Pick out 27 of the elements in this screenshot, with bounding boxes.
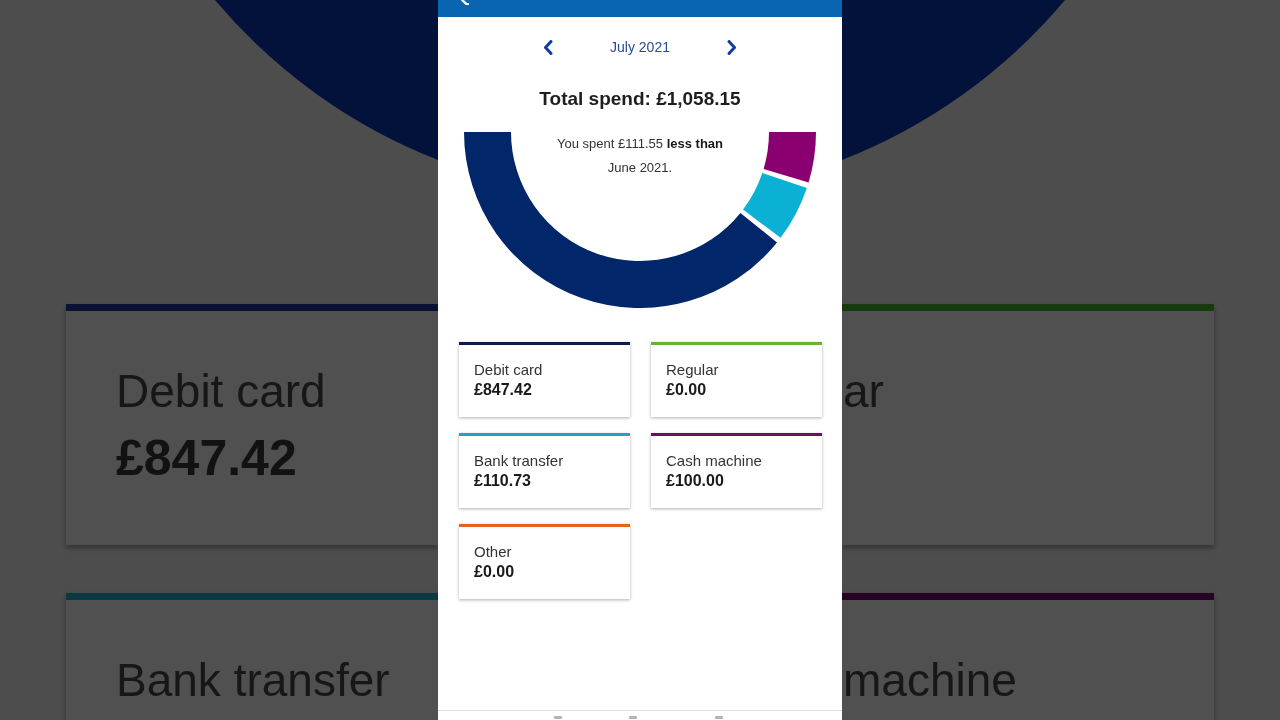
category-label: Other (474, 542, 512, 562)
card-label: ar (843, 364, 884, 418)
chevron-left-icon (543, 39, 554, 55)
category-amount: £100.00 (666, 471, 724, 491)
card-amount: £847.42 (116, 431, 297, 485)
category-amount: £0.00 (666, 380, 707, 400)
total-spend-heading: Total spend: £1,058.15 (539, 88, 741, 110)
category-card[interactable]: Debit card £847.42 (459, 342, 630, 417)
category-card[interactable]: Other £0.00 (459, 524, 630, 599)
chevron-right-icon (726, 39, 737, 55)
category-card[interactable]: Cash machine £100.00 (651, 433, 822, 508)
card-label: machine (843, 653, 1017, 707)
category-label: Debit card (474, 360, 543, 380)
category-amount: £847.42 (474, 380, 532, 400)
next-month-button[interactable] (726, 39, 737, 55)
month-label: July 2021 (610, 38, 670, 56)
category-card[interactable]: Bank transfer £110.73 (459, 433, 630, 508)
category-label: Regular (666, 360, 719, 380)
spending-summary: You spent £111.55 less than June 2021. (556, 135, 724, 177)
previous-month-button[interactable] (543, 39, 554, 55)
category-card[interactable]: Regular £0.00 (651, 342, 822, 417)
card-label: Bank transfer (116, 653, 390, 707)
category-label: Bank transfer (474, 451, 564, 471)
card-label: Debit card (116, 364, 326, 418)
category-amount: £110.73 (474, 471, 531, 491)
category-label: Cash machine (666, 451, 762, 471)
category-amount: £0.00 (474, 562, 515, 582)
